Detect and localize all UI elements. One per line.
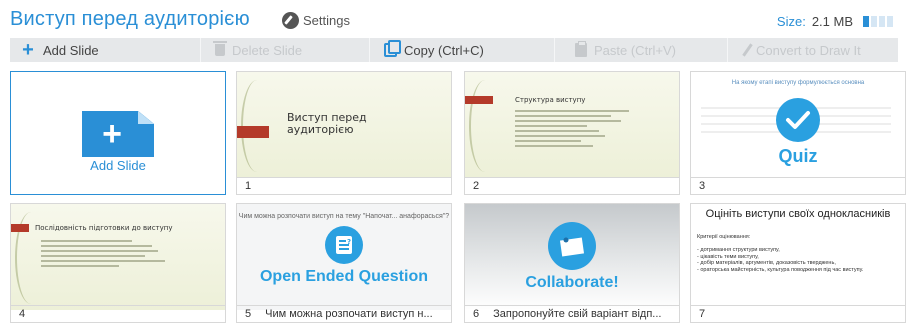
slide-background: Оцініть виступи своїх однокласників Крит…: [691, 204, 905, 310]
settings-link[interactable]: Settings: [282, 12, 350, 29]
quiz-label: Quiz: [778, 146, 818, 166]
slide-number: 3: [699, 180, 706, 192]
slide-background: Collaborate!: [465, 204, 679, 310]
copy-label: Copy (Ctrl+C): [404, 42, 484, 58]
slide-title: Структура виступу: [515, 96, 586, 104]
slide-caption: 6 Запропонуйте свій варіант відп...: [465, 305, 679, 322]
pencil-icon: [742, 43, 753, 57]
delete-slide-button[interactable]: Delete Slide: [201, 38, 369, 62]
add-slide-label: Add Slide: [43, 42, 99, 58]
slide-accent-tab: [237, 126, 269, 138]
slide-preview: Collaborate!: [465, 204, 679, 310]
size-meter-segment: [871, 16, 877, 27]
slide-caption-text: Чим можна розпочати виступ н...: [265, 308, 433, 320]
sticky-note-icon: [548, 222, 596, 270]
paste-label: Paste (Ctrl+V): [594, 42, 676, 58]
file-size: Size: 2.1 MB: [777, 14, 893, 29]
slide-number: 4: [19, 308, 26, 320]
slide-preview: Оцініть виступи своїх однокласників Крит…: [691, 204, 905, 310]
slide-caption: 2: [465, 177, 679, 194]
question-prompt: Чим можна розпочати виступ на тему "Напо…: [238, 213, 450, 220]
slide-preview: Структура виступу: [465, 72, 679, 178]
slide-number: 5: [245, 308, 252, 320]
slide-caption: 1: [237, 177, 451, 194]
slide-background: Виступ перед аудиторією: [237, 72, 451, 178]
paste-button[interactable]: Paste (Ctrl+V): [555, 38, 727, 62]
slide-thumbnail[interactable]: Collaborate! 6 Запропонуйте свій варіант…: [464, 203, 680, 323]
delete-slide-label: Delete Slide: [232, 42, 303, 58]
slide-caption: 3: [691, 177, 905, 194]
size-value: 2.1 MB: [811, 14, 853, 29]
slide-title: Послідовність підготовки до виступу: [35, 224, 173, 232]
clipboard-icon: [575, 41, 587, 57]
settings-label: Settings: [303, 13, 350, 28]
plus-icon: +: [22, 39, 34, 61]
slide-bullets: [41, 240, 171, 270]
page-header: Виступ перед аудиторією Settings Size: 2…: [0, 0, 907, 38]
toolbar: + Add Slide Delete Slide Copy (Ctrl+C) P…: [10, 38, 898, 62]
plus-icon: +: [102, 115, 122, 153]
slide-accent-tab: [11, 224, 29, 232]
slide-number: 1: [245, 180, 252, 192]
slide-title: Оцініть виступи своїх однокласників: [705, 208, 891, 220]
collaborate-label: Collaborate!: [525, 274, 619, 291]
copy-icon: [384, 40, 401, 57]
slide-background: Послідовність підготовки до виступу: [11, 204, 225, 310]
slide-bullets: [515, 110, 635, 150]
slide-caption: 5 Чим можна розпочати виступ н...: [237, 305, 451, 322]
slide-background: Чим можна розпочати виступ на тему "Напо…: [237, 204, 451, 310]
checkmark-icon: [776, 98, 820, 142]
slide-body: Критерії оцінювання: - дотримання структ…: [697, 234, 864, 273]
slide-thumbnail[interactable]: Оцініть виступи своїх однокласників Крит…: [690, 203, 906, 323]
slide-caption: 4: [11, 305, 225, 322]
slide-number: 6: [473, 308, 480, 320]
slide-title: Виступ перед аудиторією: [287, 111, 367, 136]
copy-button[interactable]: Copy (Ctrl+C): [370, 38, 554, 62]
slide-preview: Послідовність підготовки до виступу: [11, 204, 225, 310]
svg-text:?: ?: [347, 238, 351, 246]
decorative-swirl: [469, 80, 501, 172]
question-document-icon: ?: [325, 226, 363, 264]
convert-label: Convert to Draw It: [756, 42, 861, 58]
slide-thumbnail[interactable]: Виступ перед аудиторією 1: [236, 71, 452, 195]
size-label: Size:: [776, 14, 806, 29]
open-ended-label: Open Ended Question: [259, 268, 428, 285]
size-meter: [863, 16, 893, 27]
page-title[interactable]: Виступ перед аудиторією: [10, 8, 250, 31]
slide-thumbnail[interactable]: Структура виступу 2: [464, 71, 680, 195]
add-slide-tile[interactable]: + Add Slide: [10, 71, 226, 195]
new-document-icon: +: [82, 111, 154, 157]
trash-icon: [213, 41, 227, 56]
pencil-icon: [282, 12, 299, 29]
slide-thumbnail[interactable]: Чим можна розпочати виступ на тему "Напо…: [236, 203, 452, 323]
slide-thumbnail[interactable]: Послідовність підготовки до виступу 4: [10, 203, 226, 323]
slide-number: 2: [473, 180, 480, 192]
quiz-question: На якому етапі виступу формулюється осно…: [731, 80, 865, 86]
size-meter-segment: [879, 16, 885, 27]
slide-accent-tab: [465, 96, 493, 104]
convert-button[interactable]: Convert to Draw It: [728, 38, 898, 62]
slide-caption-text: Запропонуйте свій варіант відп...: [493, 308, 662, 320]
slide-background: Структура виступу: [465, 72, 679, 178]
slide-background: На якому етапі виступу формулюється осно…: [691, 72, 905, 178]
slide-preview: Виступ перед аудиторією: [237, 72, 451, 178]
size-meter-segment: [863, 16, 869, 27]
slide-number: 7: [699, 308, 706, 320]
slide-thumbnail[interactable]: На якому етапі виступу формулюється осно…: [690, 71, 906, 195]
add-slide-tile-label: Add Slide: [90, 158, 146, 173]
size-meter-segment: [887, 16, 893, 27]
slide-caption: 7: [691, 305, 905, 322]
slide-preview: На якому етапі виступу формулюється осно…: [691, 72, 905, 178]
slide-preview: Чим можна розпочати виступ на тему "Напо…: [237, 204, 451, 310]
add-slide-button[interactable]: + Add Slide: [10, 38, 200, 62]
